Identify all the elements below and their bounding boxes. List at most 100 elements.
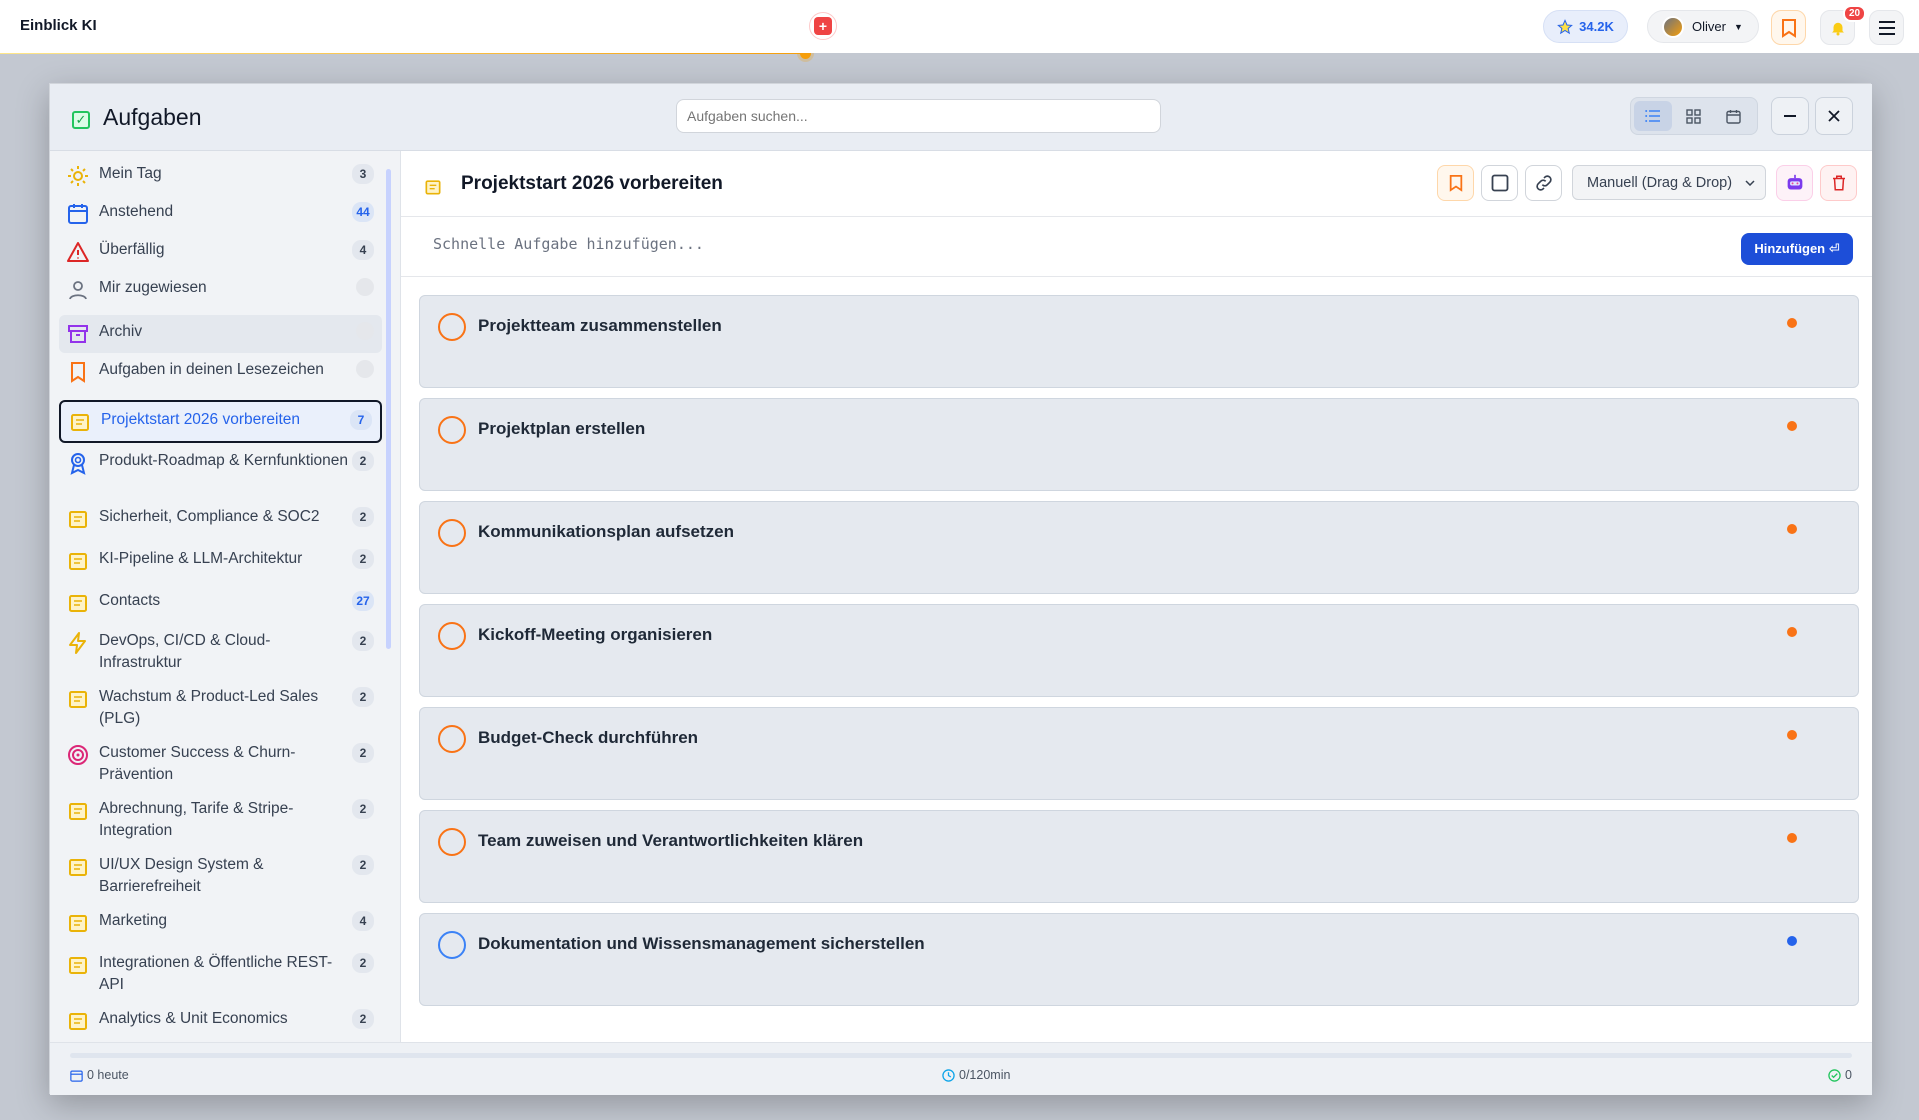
task-card[interactable]: Projektplan erstellen xyxy=(419,398,1859,491)
swiss-logo-icon[interactable]: + xyxy=(809,12,837,40)
sidebar-item-lesezeichen[interactable]: Aufgaben in deinen Lesezeichen xyxy=(59,359,382,384)
count-badge: 2 xyxy=(352,451,374,471)
priority-dot xyxy=(1787,524,1797,534)
minimize-button[interactable] xyxy=(1771,97,1809,135)
ai-assistant-button[interactable] xyxy=(1776,165,1813,201)
grid-view-icon xyxy=(1685,108,1701,124)
user-icon xyxy=(69,281,87,300)
list-view-button[interactable] xyxy=(1634,101,1672,131)
sidebar-item-devops[interactable]: DevOps, CI/CD & Cloud-Infrastruktur 2 xyxy=(59,630,382,674)
trash-icon xyxy=(1832,175,1845,191)
count-badge: 2 xyxy=(352,953,374,973)
sidebar-item-label: Integrationen & Öffentliche REST-API xyxy=(99,954,333,993)
sidebar-item-label: Customer Success & Churn-Prävention xyxy=(99,744,296,783)
sidebar-item-label: Abrechnung, Tarife & Stripe-Integration xyxy=(99,800,294,839)
bookmark-icon xyxy=(71,362,85,383)
sidebar-item-label: Mein Tag xyxy=(99,165,162,182)
time-stat: 0/120min xyxy=(942,1068,1010,1082)
delete-list-button[interactable] xyxy=(1820,165,1857,201)
priority-dot xyxy=(1787,318,1797,328)
done-count: 0 xyxy=(1845,1068,1852,1082)
sidebar-item-analytics[interactable]: Analytics & Unit Economics 2 xyxy=(59,1008,382,1033)
sidebar-item-marketing[interactable]: Marketing 4 xyxy=(59,910,382,935)
sidebar-item-label: Aufgaben in deinen Lesezeichen xyxy=(99,361,324,378)
time-value: 0/120min xyxy=(959,1068,1011,1082)
count-badge: 2 xyxy=(352,743,374,763)
sidebar-item-sicherheit[interactable]: Sicherheit, Compliance & SOC2 2 xyxy=(59,506,382,531)
task-title: Projektplan erstellen xyxy=(478,419,646,438)
daily-progress-bar xyxy=(70,1053,1852,1058)
task-complete-checkbox[interactable] xyxy=(438,313,466,341)
close-button[interactable] xyxy=(1815,97,1853,135)
count-badge xyxy=(356,278,374,296)
task-card[interactable]: Budget-Check durchführen xyxy=(419,707,1859,800)
sidebar-item-label: Produkt-Roadmap & Kernfunktionen xyxy=(99,452,349,469)
sidebar-item-produkt-roadmap[interactable]: Produkt-Roadmap & Kernfunktionen 2 xyxy=(59,450,382,475)
sidebar-item-ki-pipeline[interactable]: KI-Pipeline & LLM-Architektur 2 xyxy=(59,548,382,573)
notifications-button[interactable]: 20 xyxy=(1820,5,1867,45)
user-menu[interactable]: Oliver ▼ xyxy=(1647,10,1759,43)
task-complete-checkbox[interactable] xyxy=(438,725,466,753)
list-view-icon xyxy=(1645,110,1660,122)
task-complete-checkbox[interactable] xyxy=(438,416,466,444)
select-mode-button[interactable] xyxy=(1481,165,1518,201)
sidebar-item-label: KI-Pipeline & LLM-Architektur xyxy=(99,550,303,567)
quick-add-input[interactable]: Schnelle Aufgabe hinzufügen... xyxy=(433,235,704,253)
sidebar-item-projektstart[interactable]: Projektstart 2026 vorbereiten 7 xyxy=(59,400,382,443)
credits-value: 34.2K xyxy=(1579,19,1614,34)
link-icon xyxy=(1535,175,1552,191)
folder-icon xyxy=(69,803,87,820)
sidebar-item-ui-ux[interactable]: UI/UX Design System & Barrierefreiheit 2 xyxy=(59,854,382,898)
credits-badge[interactable]: 34.2K xyxy=(1543,10,1628,43)
task-complete-checkbox[interactable] xyxy=(438,828,466,856)
task-card[interactable]: Team zuweisen und Verantwortlichkeiten k… xyxy=(419,810,1859,903)
sidebar-item-integrationen[interactable]: Integrationen & Öffentliche REST-API 2 xyxy=(59,952,382,996)
task-card[interactable]: Projektteam zusammenstellen xyxy=(419,295,1859,388)
add-task-label: Hinzufügen ⏎ xyxy=(1754,241,1840,256)
task-card[interactable]: Dokumentation und Wissensmanagement sich… xyxy=(419,913,1859,1006)
calendar-view-icon xyxy=(1725,109,1741,124)
task-title: Kickoff-Meeting organisieren xyxy=(478,625,713,644)
sidebar-item-label: Mir zugewiesen xyxy=(99,279,207,296)
task-card[interactable]: Kickoff-Meeting organisieren xyxy=(419,604,1859,697)
task-complete-checkbox[interactable] xyxy=(438,622,466,650)
priority-dot xyxy=(1787,730,1797,740)
sidebar-item-wachstum[interactable]: Wachstum & Product-Led Sales (PLG) 2 xyxy=(59,686,382,730)
grid-view-button[interactable] xyxy=(1674,101,1712,131)
sidebar-item-mein-tag[interactable]: Mein Tag 3 xyxy=(59,163,382,188)
sidebar-item-label: UI/UX Design System & Barrierefreiheit xyxy=(99,856,264,895)
calendar-icon xyxy=(68,204,88,224)
task-search-input[interactable] xyxy=(676,99,1161,133)
task-complete-checkbox[interactable] xyxy=(438,519,466,547)
app-title[interactable]: Einblick KI xyxy=(20,17,97,34)
sidebar-item-archiv[interactable]: Archiv xyxy=(59,315,382,353)
task-card[interactable]: Kommunikationsplan aufsetzen xyxy=(419,501,1859,594)
square-icon xyxy=(1491,174,1508,192)
sidebar-item-label: DevOps, CI/CD & Cloud-Infrastruktur xyxy=(99,632,271,671)
folder-icon xyxy=(69,595,87,612)
folder-icon xyxy=(69,915,87,932)
task-title: Kommunikationsplan aufsetzen xyxy=(478,522,734,541)
count-badge: 2 xyxy=(352,1009,374,1029)
sidebar-item-contacts[interactable]: Contacts 27 xyxy=(59,590,382,615)
calendar-view-button[interactable] xyxy=(1714,101,1752,131)
bookmarks-button[interactable] xyxy=(1771,10,1806,45)
folder-icon xyxy=(69,957,87,974)
sidebar-item-abrechnung[interactable]: Abrechnung, Tarife & Stripe-Integration … xyxy=(59,798,382,842)
sidebar-item-anstehend[interactable]: Anstehend 44 xyxy=(59,201,382,226)
warning-icon xyxy=(67,242,89,262)
sort-select[interactable]: Manuell (Drag & Drop) xyxy=(1572,165,1766,200)
sidebar-item-customer-success[interactable]: Customer Success & Churn-Prävention 2 xyxy=(59,742,382,786)
share-link-button[interactable] xyxy=(1525,165,1562,201)
bookmark-icon xyxy=(1781,18,1796,38)
sidebar-item-mir-zugewiesen[interactable]: Mir zugewiesen xyxy=(59,277,382,302)
bookmark-list-button[interactable] xyxy=(1437,165,1474,201)
task-complete-checkbox[interactable] xyxy=(438,931,466,959)
bell-icon xyxy=(1831,22,1844,35)
done-stat: 0 xyxy=(1828,1068,1852,1082)
sidebar-item-label: Anstehend xyxy=(99,203,174,220)
add-task-button[interactable]: Hinzufügen ⏎ xyxy=(1741,233,1853,265)
sidebar-item-ueberfaellig[interactable]: Überfällig 4 xyxy=(59,239,382,264)
main-menu-button[interactable] xyxy=(1869,10,1904,45)
sidebar-scrollbar[interactable] xyxy=(386,169,391,649)
